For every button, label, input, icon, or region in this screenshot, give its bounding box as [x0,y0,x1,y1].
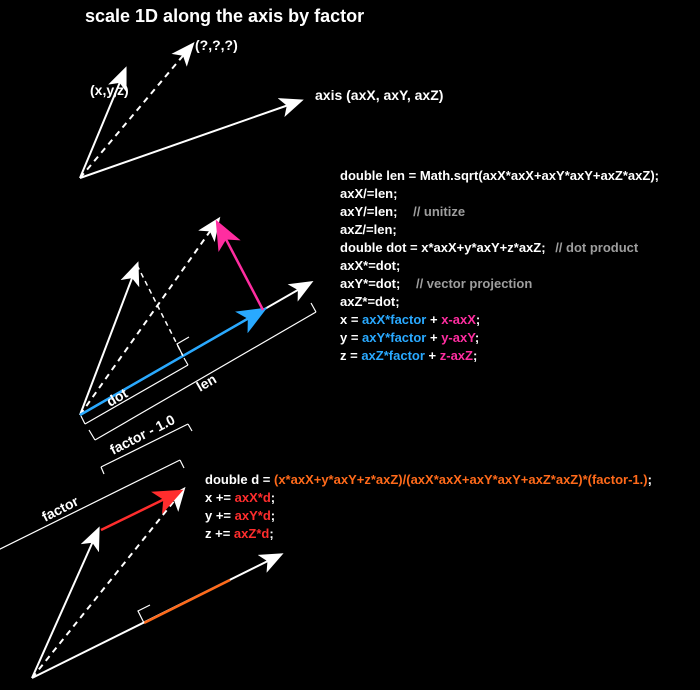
c2-l1: double d = (x*axX+y*axY+z*axZ)/(axX*axX+… [205,472,652,487]
bot-orange-segment [144,580,230,623]
figure-middle: dot len [80,220,316,440]
c1-l11: z = axZ*factor + z-axZ; [340,348,477,363]
c2-l2: x += axX*d; [205,490,275,505]
title: scale 1D along the axis by factor [85,6,364,26]
c1-l6: axX*=dot; [340,258,400,273]
c1-l9: x = axX*factor + x-axX; [340,312,480,327]
figure-bottom: factor - 1.0 factor [0,411,280,678]
axis-vector [80,101,300,178]
bot-factor1-ruler: factor - 1.0 [101,411,192,474]
mid-len-ruler: len [89,303,316,440]
code-block-2: double d = (x*axX+y*axY+z*axZ)/(axX*axX+… [205,472,652,541]
code-block-1: double len = Math.sqrt(axX*axX+axY*axY+a… [340,168,659,363]
bot-xyz-vector [32,530,98,678]
len-label: len [194,371,220,395]
xyz-label: (x,y,z) [90,82,129,98]
c1-l8: axZ*=dot; [340,294,400,309]
c1-l5: double dot = x*axX+y*axY+z*axZ; // dot p… [340,240,639,255]
figure-top: axis (axX, axY, axZ) (x,y,z) (?,?,?) [80,37,443,178]
c1-l1: double len = Math.sqrt(axX*axX+axY*axY+a… [340,168,659,183]
c2-l4: z += axZ*d; [205,526,274,541]
c1-l3: axY/=len; // unitize [340,204,465,219]
axis-label: axis (axX, axY, axZ) [315,87,443,103]
mid-magenta-vector [218,224,263,310]
c2-l3: y += axY*d; [205,508,275,523]
bot-factor-ruler: factor [0,460,184,562]
diagram-canvas: scale 1D along the axis by factor axis (… [0,0,700,690]
c1-l2: axX/=len; [340,186,397,201]
c1-l10: y = axY*factor + y-axY; [340,330,479,345]
c1-l4: axZ/=len; [340,222,397,237]
result-label: (?,?,?) [195,37,238,53]
c1-l7: axY*=dot; // vector projection [340,276,532,291]
